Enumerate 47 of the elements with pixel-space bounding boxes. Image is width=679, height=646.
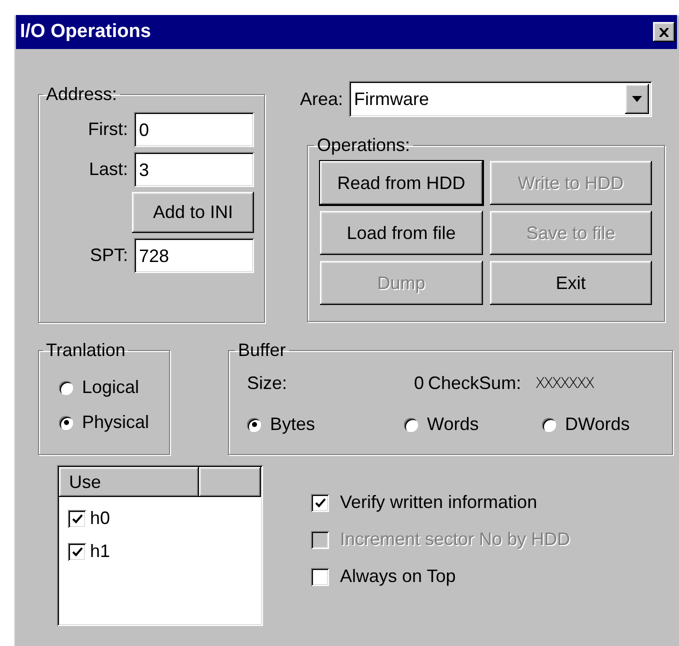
checksum-value: XXXXXXX	[535, 373, 594, 394]
radio-label: Physical	[82, 411, 150, 434]
text-field[interactable]: 728	[134, 238, 254, 273]
area-label: Area:	[300, 88, 344, 110]
radio-button[interactable]	[59, 416, 73, 430]
group-label: Operations:	[316, 134, 412, 157]
field-label: First:	[88, 118, 128, 141]
field-label: Last:	[88, 158, 128, 181]
column-header[interactable]	[199, 467, 261, 497]
group-label: Tranlation	[45, 339, 126, 362]
checkbox[interactable]	[68, 510, 86, 528]
list-item[interactable]: h0	[90, 505, 110, 532]
list-item[interactable]: h1	[90, 538, 110, 565]
text-field[interactable]: 0	[134, 112, 254, 147]
close-button[interactable]	[653, 22, 675, 42]
radio-label: Bytes	[270, 413, 316, 436]
check-icon	[72, 514, 82, 524]
radio-button[interactable]	[542, 418, 556, 432]
radio-button[interactable]	[59, 380, 73, 394]
operation-button[interactable]: Load from file	[320, 211, 482, 255]
radio-button[interactable]	[404, 418, 418, 432]
checkbox[interactable]	[311, 494, 329, 512]
size-label: Size:	[247, 372, 288, 395]
window-title: I/O Operations	[20, 20, 151, 44]
radio-label: Words	[427, 413, 479, 436]
close-icon	[659, 28, 669, 36]
option-label: Increment sector No by HDD	[340, 528, 570, 551]
field-label: SPT:	[90, 244, 128, 267]
checkbox[interactable]	[68, 542, 86, 560]
check-icon	[314, 498, 326, 508]
radio-label: Logical	[82, 376, 140, 399]
text-field[interactable]: 3	[134, 152, 254, 187]
area-dropdown[interactable]: Firmware	[349, 81, 652, 117]
operation-button[interactable]: Exit	[490, 261, 652, 305]
checksum-label: CheckSum:	[428, 372, 522, 395]
operation-button[interactable]: Read from HDD	[320, 161, 482, 205]
add-to-ini-button[interactable]: Add to INI	[132, 192, 254, 233]
group-label: Address:	[45, 83, 118, 106]
checkbox[interactable]	[311, 568, 329, 586]
option-label: Verify written information	[340, 491, 538, 514]
radio-button[interactable]	[247, 418, 262, 432]
check-icon	[72, 546, 82, 556]
option-label: Always on Top	[340, 565, 456, 588]
column-header[interactable]: Use	[59, 467, 199, 497]
group-label: Buffer	[237, 339, 287, 362]
radio-label: DWords	[565, 413, 630, 436]
size-value: 0	[413, 372, 424, 395]
